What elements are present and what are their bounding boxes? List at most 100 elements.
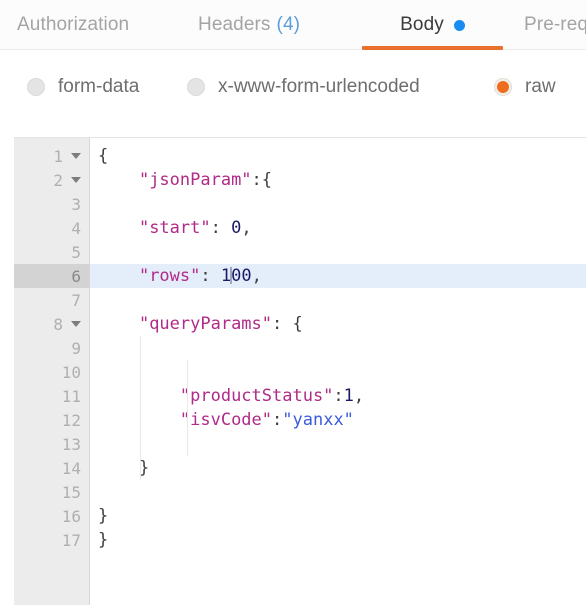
editor-code-area[interactable]: { "jsonParam":{ "start": 0, "rows": 100,… [90, 138, 586, 605]
gutter-line-5[interactable]: 5 [14, 240, 89, 264]
code-token-punct: : [251, 170, 262, 190]
code-line-8[interactable]: "queryParams": { [90, 312, 586, 336]
gutter-line-number: 11 [61, 386, 81, 406]
gutter-line-number: 4 [71, 218, 81, 238]
editor-line-number-gutter[interactable]: 1 2 3 4 5 6 7 8 9 10 11 12 13 14 15 16 17 [14, 138, 90, 605]
code-line-15[interactable] [90, 480, 586, 504]
code-token-punct: , [241, 218, 252, 238]
gutter-line-8[interactable]: 8 [14, 312, 89, 336]
code-token-num: 1 [343, 386, 354, 406]
code-token-punct: : [210, 218, 232, 238]
gutter-line-number: 15 [61, 482, 81, 502]
tab-headers-count: (4) [276, 14, 301, 35]
gutter-line-number: 12 [61, 410, 81, 430]
code-token-punct: , [353, 386, 365, 406]
code-line-10[interactable] [90, 360, 586, 384]
radio-raw-mark-icon [494, 78, 512, 96]
tab-pre-request-script[interactable]: Pre-requ [524, 0, 586, 50]
code-token-punct: , [251, 266, 262, 286]
gutter-line-number: 17 [61, 530, 81, 550]
code-line-11[interactable]: "productStatus":1, [90, 384, 586, 408]
code-line-1[interactable]: { [90, 144, 586, 168]
code-token-str: "yanxx" [282, 410, 354, 430]
code-line-3[interactable] [90, 192, 586, 216]
gutter-line-13[interactable]: 13 [14, 432, 89, 456]
radio-form-data[interactable]: form-data [27, 76, 139, 98]
code-token-brace: { [292, 314, 303, 334]
code-line-9[interactable] [90, 336, 586, 360]
request-body-editor[interactable]: 1 2 3 4 5 6 7 8 9 10 11 12 13 14 15 16 17 { "jsonParam":… [14, 137, 586, 605]
radio-raw[interactable]: raw [494, 76, 556, 98]
gutter-line-3[interactable]: 3 [14, 192, 89, 216]
gutter-line-number: 2 [53, 170, 63, 190]
indent-guide-1 [140, 336, 141, 480]
code-line-17[interactable]: } [90, 528, 586, 552]
gutter-line-number: 3 [71, 194, 81, 214]
code-token-key: "start" [138, 218, 211, 238]
tab-body[interactable]: Body [362, 0, 503, 50]
gutter-line-number: 1 [53, 146, 63, 166]
gutter-line-number: 10 [61, 362, 81, 382]
code-line-7[interactable] [90, 288, 586, 312]
gutter-line-7[interactable]: 7 [14, 288, 89, 312]
code-token-brace: { [98, 146, 109, 166]
code-token-brace: } [98, 530, 109, 550]
gutter-line-12[interactable]: 12 [14, 408, 89, 432]
radio-x-www-form-urlencoded-label: x-www-form-urlencoded [218, 76, 420, 97]
radio-raw-label: raw [525, 76, 556, 97]
code-token-num: 00 [231, 266, 252, 286]
gutter-line-6[interactable]: 6 [14, 264, 89, 288]
gutter-line-14[interactable]: 14 [14, 456, 89, 480]
chevron-down-fold-icon[interactable] [71, 177, 81, 183]
gutter-line-number: 7 [71, 290, 81, 310]
code-line-14[interactable]: } [90, 456, 586, 480]
tab-headers[interactable]: Headers (4) [198, 0, 300, 50]
gutter-line-11[interactable]: 11 [14, 384, 89, 408]
code-token-key: "rows" [138, 266, 201, 286]
code-token-punct: : [272, 410, 283, 430]
gutter-line-number: 9 [71, 338, 81, 358]
code-line-6[interactable]: "rows": 100, [90, 264, 586, 288]
code-line-5[interactable] [90, 240, 586, 264]
code-token-punct: : [272, 314, 293, 334]
gutter-line-9[interactable]: 9 [14, 336, 89, 360]
request-tab-bar: Authorization Headers (4) Body Pre-requ [0, 0, 586, 50]
code-token-num: 0 [231, 218, 242, 238]
code-token-brace: } [98, 506, 109, 526]
chevron-down-fold-icon[interactable] [71, 153, 81, 159]
gutter-line-17[interactable]: 17 [14, 528, 89, 552]
tab-authorization-label: Authorization [17, 14, 130, 35]
gutter-line-2[interactable]: 2 [14, 168, 89, 192]
gutter-line-number: 6 [71, 266, 81, 286]
code-token-key: "isvCode" [179, 410, 273, 430]
code-line-13[interactable] [90, 432, 586, 456]
code-line-4[interactable]: "start": 0, [90, 216, 586, 240]
code-token-key: "jsonParam" [138, 170, 252, 190]
radio-x-www-form-urlencoded-mark-icon [187, 78, 205, 96]
gutter-line-15[interactable]: 15 [14, 480, 89, 504]
radio-x-www-form-urlencoded[interactable]: x-www-form-urlencoded [187, 76, 420, 98]
code-line-2[interactable]: "jsonParam":{ [90, 168, 586, 192]
gutter-line-16[interactable]: 16 [14, 504, 89, 528]
code-token-key: "queryParams" [138, 314, 273, 334]
body-modified-dot-icon [453, 19, 465, 31]
code-token-brace: { [261, 170, 273, 190]
gutter-line-1[interactable]: 1 [14, 144, 89, 168]
body-type-radio-group: form-data x-www-form-urlencoded raw [0, 50, 586, 126]
radio-form-data-label: form-data [58, 76, 140, 97]
gutter-line-4[interactable]: 4 [14, 216, 89, 240]
chevron-down-fold-icon[interactable] [71, 321, 81, 327]
gutter-line-10[interactable]: 10 [14, 360, 89, 384]
code-line-16[interactable]: } [90, 504, 586, 528]
gutter-line-number: 13 [61, 434, 81, 454]
indent-guide-2 [187, 360, 188, 456]
code-line-12[interactable]: "isvCode":"yanxx" [90, 408, 586, 432]
tab-authorization[interactable]: Authorization [17, 0, 129, 50]
